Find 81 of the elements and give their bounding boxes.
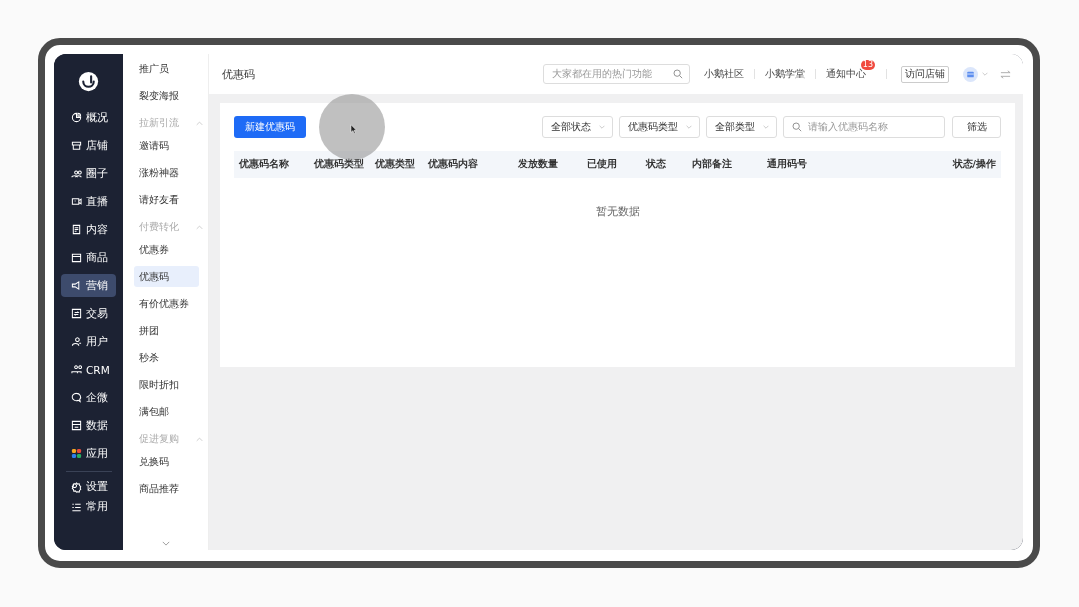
notification-link[interactable]: 通知中心 — [826, 67, 866, 81]
video-icon — [71, 196, 82, 207]
nav-item[interactable]: 数据 — [61, 414, 116, 437]
submenu-item[interactable]: 秒杀 — [134, 347, 199, 368]
shop-icon — [71, 140, 82, 151]
nav-item[interactable]: 概况 — [61, 106, 116, 129]
nav-item[interactable]: 应用 — [61, 442, 116, 465]
nav-item[interactable]: 内容 — [61, 218, 116, 241]
caret-icon[interactable] — [196, 120, 203, 126]
avatar-icon[interactable] — [963, 66, 978, 82]
submenu-item[interactable]: 限时折扣 — [134, 374, 199, 395]
caret-icon[interactable] — [196, 224, 203, 230]
caret-icon[interactable] — [196, 436, 203, 442]
cursor-icon — [350, 124, 357, 134]
search-icon — [673, 69, 683, 79]
nav-item[interactable]: 用户 — [61, 330, 116, 353]
submenu-item[interactable]: 有价优惠券 — [134, 293, 199, 314]
count-badge: 13 — [860, 59, 875, 70]
chevron-down-icon — [763, 125, 769, 129]
group-label: 拉新引流 — [139, 116, 179, 130]
apps-icon — [71, 448, 82, 459]
submenu-item[interactable]: 优惠券 — [134, 239, 199, 260]
nav-item[interactable]: 圈子 — [61, 162, 116, 185]
group-label: 付费转化 — [139, 220, 179, 234]
megaphone-icon — [71, 280, 82, 291]
column-header: 优惠码内容 — [428, 158, 479, 171]
submenu-item[interactable]: 拼团 — [134, 320, 199, 341]
chevron-down-icon — [161, 540, 170, 546]
column-header: 发放数量 — [518, 158, 559, 171]
column-header: 通用码号 — [767, 158, 808, 171]
nav-item[interactable]: 商品 — [61, 246, 116, 269]
submenu-item[interactable]: 裂变海报 — [134, 85, 199, 106]
column-header: 优惠类型 — [375, 158, 416, 171]
pie-chart-icon — [71, 112, 82, 123]
submenu-item[interactable]: 涨粉神器 — [134, 162, 199, 183]
user-icon — [71, 336, 82, 347]
nav-item[interactable]: 交易 — [61, 302, 116, 325]
submenu-item[interactable]: 优惠码 — [134, 266, 199, 287]
column-header: 内部备注 — [692, 158, 733, 171]
group-label: 促进复购 — [139, 432, 179, 446]
submenu-item[interactable]: 兑换码 — [134, 451, 199, 472]
header-link[interactable]: 小鹅社区 — [704, 67, 744, 81]
page-title: 优惠码 — [222, 66, 255, 82]
document-icon — [71, 224, 82, 235]
nav-item[interactable]: 店铺 — [61, 134, 116, 157]
column-header: 状态/操作 — [952, 158, 996, 171]
submenu-item[interactable]: 满包邮 — [134, 401, 199, 422]
submenu-item[interactable]: 请好友看 — [134, 189, 199, 210]
column-header: 优惠码名称 — [239, 158, 290, 171]
swap-icon[interactable] — [1000, 68, 1011, 80]
nav-item[interactable]: 营销 — [61, 274, 116, 297]
chevron-down-icon[interactable] — [982, 72, 988, 76]
header-link[interactable]: 小鹅学堂 — [765, 67, 805, 81]
submenu-item[interactable]: 商品推荐 — [134, 478, 199, 499]
nav-item[interactable]: 常用 — [61, 497, 116, 517]
settings-icon — [71, 481, 82, 493]
list-icon — [71, 501, 82, 513]
nav-item[interactable]: CRM — [61, 358, 116, 381]
submenu-item[interactable]: 邀请码 — [134, 135, 199, 156]
filter-button[interactable]: 筛选 — [952, 116, 1001, 138]
nav-item[interactable]: 设置 — [61, 477, 116, 497]
nav-item[interactable]: 直播 — [61, 190, 116, 213]
people-icon — [71, 168, 82, 179]
filter-dropdown[interactable]: 全部状态 — [542, 116, 613, 138]
filter-dropdown[interactable]: 全部类型 — [706, 116, 777, 138]
users-icon — [71, 364, 82, 375]
logo-icon — [78, 71, 99, 92]
new-coupon-code-button[interactable]: 新建优惠码 — [234, 116, 306, 138]
column-header: 优惠码类型 — [314, 158, 365, 171]
visit-store-button[interactable]: 访问店铺 — [901, 65, 949, 83]
nav-item[interactable]: 企微 — [61, 386, 116, 409]
chevron-down-icon — [599, 125, 605, 129]
box-icon — [71, 252, 82, 263]
chat-icon — [71, 392, 82, 403]
chevron-down-icon — [686, 125, 692, 129]
submenu-item[interactable]: 推广员 — [134, 58, 199, 79]
column-header: 已使用 — [587, 158, 618, 171]
empty-message: 暂无数据 — [595, 205, 640, 219]
column-header: 状态 — [646, 158, 667, 171]
filter-dropdown[interactable]: 优惠码类型 — [619, 116, 700, 138]
search-icon — [792, 122, 802, 132]
